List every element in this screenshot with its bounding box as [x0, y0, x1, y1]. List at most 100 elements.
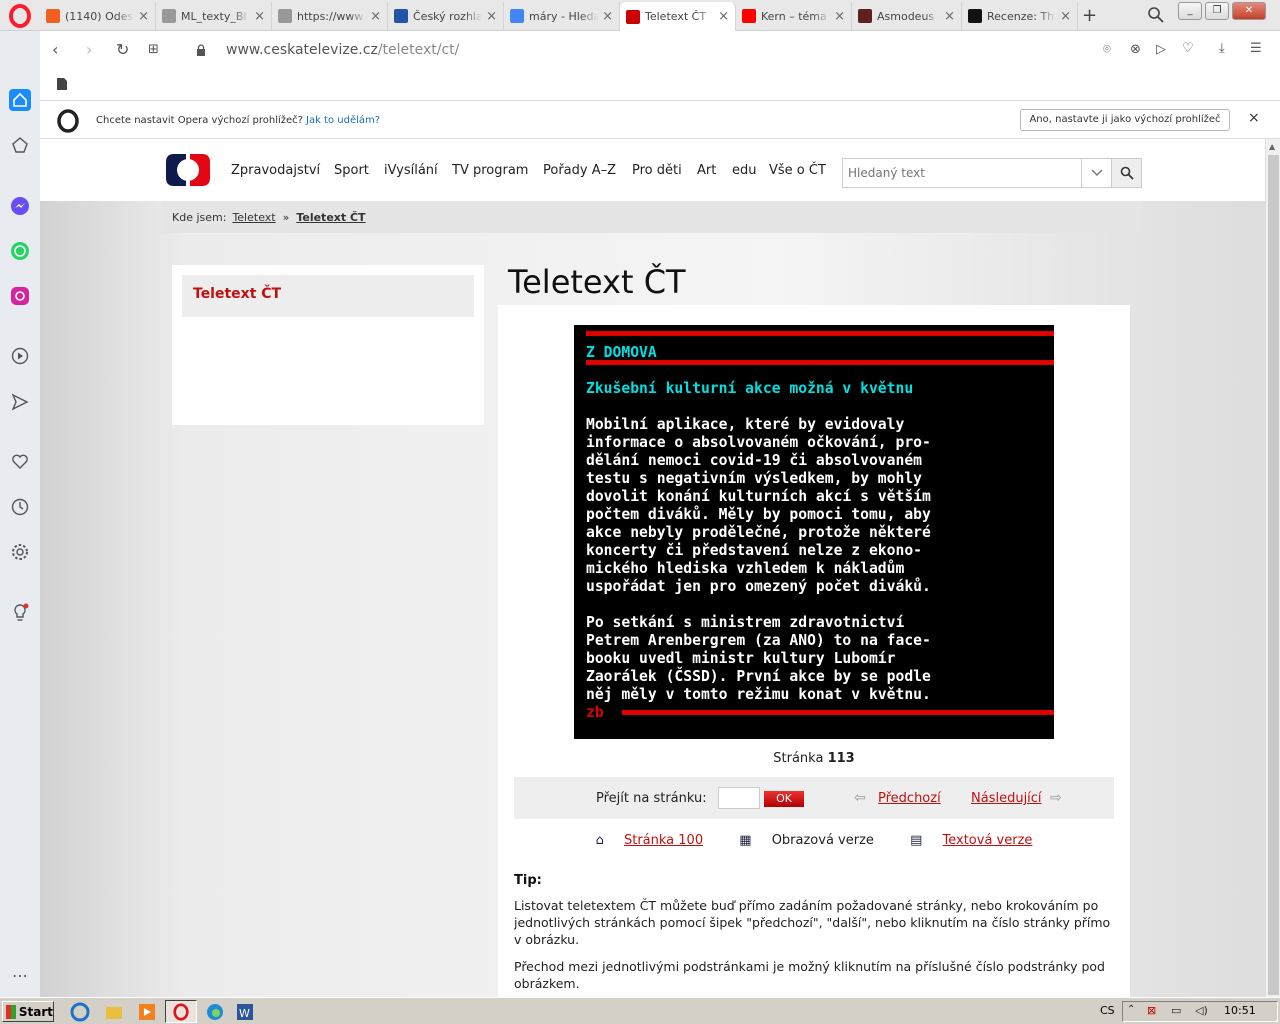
- forward-icon[interactable]: ›: [86, 40, 92, 59]
- download-icon[interactable]: ⤓: [1219, 41, 1225, 56]
- page-100-link[interactable]: Stránka 100: [624, 833, 703, 848]
- browser-tab[interactable]: Recenze: Th ×: [962, 2, 1078, 30]
- more-icon[interactable]: ⋯: [9, 964, 31, 986]
- url-field[interactable]: www.ceskatelevize.cz/teletext/ct/: [226, 42, 459, 58]
- back-icon[interactable]: ‹: [52, 40, 58, 59]
- monitor-icon[interactable]: ▭: [1171, 1004, 1181, 1017]
- minimize-window-button[interactable]: _: [1178, 2, 1202, 20]
- arrow-right-icon[interactable]: ⇨: [1050, 790, 1062, 806]
- volume-icon[interactable]: ◁): [1195, 1004, 1208, 1017]
- bookmark-heart-icon[interactable]: ♡: [1182, 41, 1194, 56]
- text-version-link[interactable]: Textová verze: [943, 833, 1033, 848]
- tab-close-icon[interactable]: ×: [1060, 9, 1071, 24]
- clock[interactable]: 10:51: [1224, 1004, 1256, 1017]
- nav-item[interactable]: TV program: [452, 163, 528, 178]
- tab-close-icon[interactable]: ×: [254, 9, 265, 24]
- tray-expand-icon[interactable]: ⌃: [1127, 1004, 1135, 1015]
- nav-item[interactable]: Zpravodajství: [231, 163, 320, 178]
- tabs-grid-icon[interactable]: ⊞: [148, 42, 159, 57]
- reload-icon[interactable]: ↻: [116, 40, 129, 59]
- left-menu-item-teletext[interactable]: Teletext ČT: [182, 275, 474, 317]
- breadcrumb: Kde jsem: Teletext » Teletext ČT: [162, 201, 1142, 233]
- goto-ok-button[interactable]: OK: [764, 791, 804, 807]
- nav-item[interactable]: Vše o ČT: [769, 163, 826, 178]
- folder-icon[interactable]: [104, 1002, 124, 1022]
- speed-dial-icon[interactable]: [9, 134, 31, 156]
- opera-taskbar-button[interactable]: [165, 1000, 197, 1023]
- tab-close-icon[interactable]: ×: [370, 9, 381, 24]
- ct-logo-icon[interactable]: [164, 152, 212, 188]
- notification-help-link[interactable]: Jak to udělám?: [306, 115, 380, 126]
- browser-tab[interactable]: Teletext ČT ×: [620, 2, 736, 31]
- lightbulb-icon[interactable]: [9, 602, 31, 624]
- media-player-icon[interactable]: [137, 1002, 157, 1022]
- arrow-left-icon[interactable]: ⇦: [854, 790, 866, 806]
- nav-item[interactable]: iVysílání: [384, 163, 438, 178]
- language-indicator[interactable]: CS: [1100, 1004, 1115, 1017]
- breadcrumb-current[interactable]: Teletext ČT: [296, 211, 365, 224]
- opera-notification-icon: [57, 109, 79, 133]
- close-notification-icon[interactable]: ×: [1248, 110, 1260, 126]
- heart-icon[interactable]: [9, 451, 31, 473]
- browser-tab[interactable]: https://www ×: [272, 2, 388, 30]
- tab-close-icon[interactable]: ×: [486, 9, 497, 24]
- nav-item[interactable]: edu: [732, 163, 757, 178]
- ie-icon[interactable]: [70, 1002, 90, 1022]
- browser-tab[interactable]: (1140) Odes ×: [40, 2, 156, 30]
- network-icon[interactable]: ⊠: [1147, 1004, 1156, 1017]
- nav-item[interactable]: Sport: [334, 163, 369, 178]
- set-default-button[interactable]: Ano, nastavte ji jako výchozí prohlížeč: [1020, 109, 1230, 131]
- close-window-button[interactable]: ✕: [1232, 2, 1266, 20]
- tab-close-icon[interactable]: ×: [602, 9, 613, 24]
- flow-send-icon[interactable]: ▷: [1156, 42, 1166, 57]
- teletext-signature: zb: [586, 704, 604, 721]
- scroll-up-icon[interactable]: ▲: [1269, 142, 1275, 151]
- tab-close-icon[interactable]: ×: [834, 9, 845, 24]
- word-icon[interactable]: W: [235, 1002, 255, 1022]
- chevron-down-icon[interactable]: [1081, 159, 1111, 187]
- notification-text: Chcete nastavit Opera výchozí prohlížeč?: [96, 115, 303, 126]
- page-scrollbar[interactable]: ▲: [1265, 139, 1280, 997]
- browser-tab[interactable]: Kern – téma ×: [736, 2, 852, 30]
- next-page-link[interactable]: Následující: [971, 791, 1042, 806]
- maximize-window-button[interactable]: ❐: [1205, 2, 1229, 20]
- browser-tab[interactable]: Český rozhla ×: [388, 2, 504, 30]
- browser-tab[interactable]: máry - Hleda ×: [504, 2, 620, 30]
- menu-icon[interactable]: ☰: [1250, 41, 1262, 56]
- tab-close-icon[interactable]: ×: [138, 9, 149, 24]
- teletext-page-image[interactable]: Z DOMOVA Zkušební kulturní akce možná v …: [574, 325, 1054, 739]
- new-tab-icon[interactable]: +: [1082, 5, 1097, 26]
- nav-item[interactable]: Art: [697, 163, 716, 178]
- home-icon[interactable]: [9, 89, 31, 111]
- start-button[interactable]: Start: [2, 1001, 54, 1022]
- version-links: ⌂ Stránka 100 ▦ Obrazová verze ▤ Textová…: [498, 833, 1130, 848]
- teletext-line: informace o absolvovaném očkování, pro-: [586, 434, 931, 451]
- search-button[interactable]: [1111, 158, 1142, 188]
- camera-icon[interactable]: ⌾: [1103, 42, 1111, 57]
- goto-page-input[interactable]: [718, 787, 760, 809]
- history-icon[interactable]: [9, 496, 31, 518]
- edge-icon[interactable]: [205, 1002, 225, 1022]
- instagram-icon[interactable]: [9, 285, 31, 307]
- send-icon[interactable]: [9, 391, 31, 413]
- nav-item[interactable]: Pořady A–Z: [543, 163, 616, 178]
- lock-icon[interactable]: [196, 44, 206, 56]
- browser-tab[interactable]: Asmodeus - ×: [852, 2, 962, 30]
- prev-page-link[interactable]: Předchozí: [878, 791, 941, 806]
- messenger-icon[interactable]: [9, 195, 31, 217]
- whatsapp-icon[interactable]: [9, 240, 31, 262]
- tab-close-icon[interactable]: ×: [944, 9, 955, 24]
- site-search-input[interactable]: [843, 159, 1079, 187]
- player-icon[interactable]: [9, 345, 31, 367]
- opera-logo-icon[interactable]: [8, 4, 32, 28]
- page-icon[interactable]: [56, 77, 68, 91]
- browser-tab[interactable]: ML_texty_Bl ×: [156, 2, 272, 30]
- settings-icon[interactable]: [9, 541, 31, 563]
- adblock-icon[interactable]: ⊗: [1130, 42, 1141, 57]
- site-header: Zpravodajství Sport iVysílání TV program Poř…: [40, 139, 1265, 201]
- breadcrumb-teletext[interactable]: Teletext: [232, 211, 275, 224]
- tab-search-icon[interactable]: [1147, 6, 1165, 24]
- nav-item[interactable]: Pro děti: [632, 163, 682, 178]
- scroll-thumb[interactable]: [1268, 155, 1279, 995]
- tab-close-icon[interactable]: ×: [718, 9, 729, 24]
